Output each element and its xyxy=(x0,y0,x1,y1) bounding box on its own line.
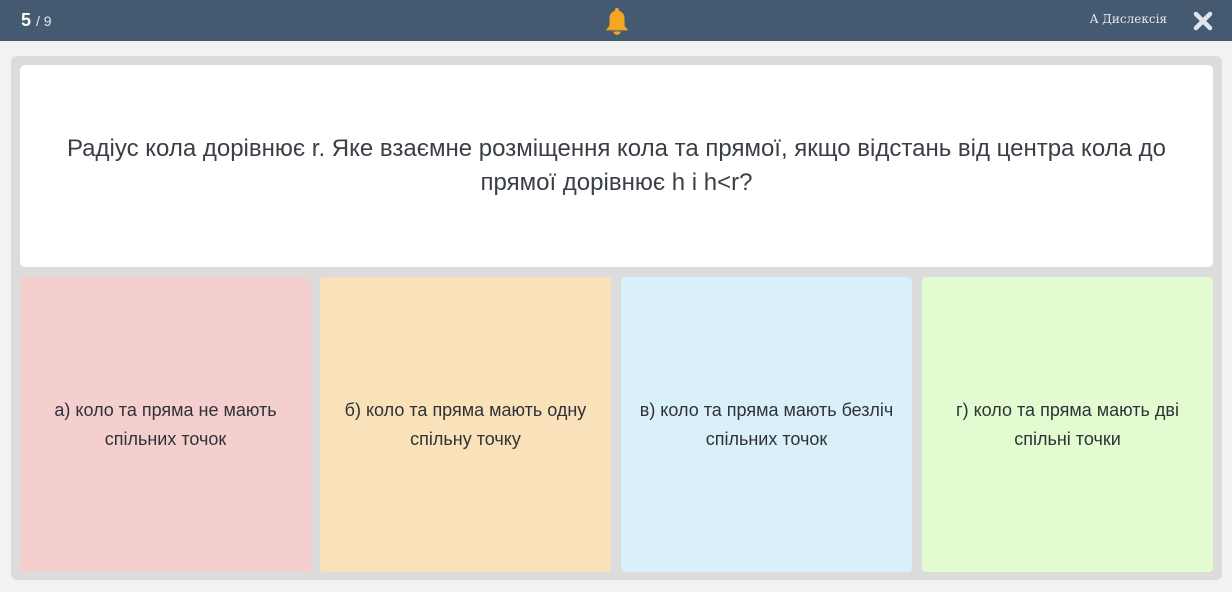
answer-option-a[interactable]: а) коло та пряма не мають спільних точок xyxy=(20,277,311,572)
current-question-number: 5 xyxy=(21,10,32,30)
answer-options: а) коло та пряма не мають спільних точок… xyxy=(20,277,1213,572)
question-card: Радіус кола дорівнює r. Яке взаємне розм… xyxy=(20,65,1213,267)
total-questions: / 9 xyxy=(36,13,52,29)
top-bar: 5 / 9 A Дислексія xyxy=(0,0,1232,41)
answer-option-b[interactable]: б) коло та пряма мають одну спільну точк… xyxy=(320,277,611,572)
answer-option-c-label: в) коло та пряма мають безліч спільних т… xyxy=(639,399,894,449)
close-icon[interactable] xyxy=(1192,10,1214,32)
answer-option-c[interactable]: в) коло та пряма мають безліч спільних т… xyxy=(621,277,912,572)
answer-option-d[interactable]: г) коло та пряма мають дві спільні точки xyxy=(922,277,1213,572)
dyslexia-toggle[interactable]: A Дислексія xyxy=(1090,12,1167,26)
quiz-panel: Радіус кола дорівнює r. Яке взаємне розм… xyxy=(11,56,1222,580)
question-text: Радіус кола дорівнює r. Яке взаємне розм… xyxy=(66,135,1167,196)
bell-icon[interactable] xyxy=(601,5,633,37)
answer-option-b-label: б) коло та пряма мають одну спільну точк… xyxy=(344,399,587,449)
question-counter: 5 / 9 xyxy=(21,9,52,32)
answer-option-d-label: г) коло та пряма мають дві спільні точки xyxy=(956,399,1179,449)
answer-option-a-label: а) коло та пряма не мають спільних точок xyxy=(54,399,277,449)
